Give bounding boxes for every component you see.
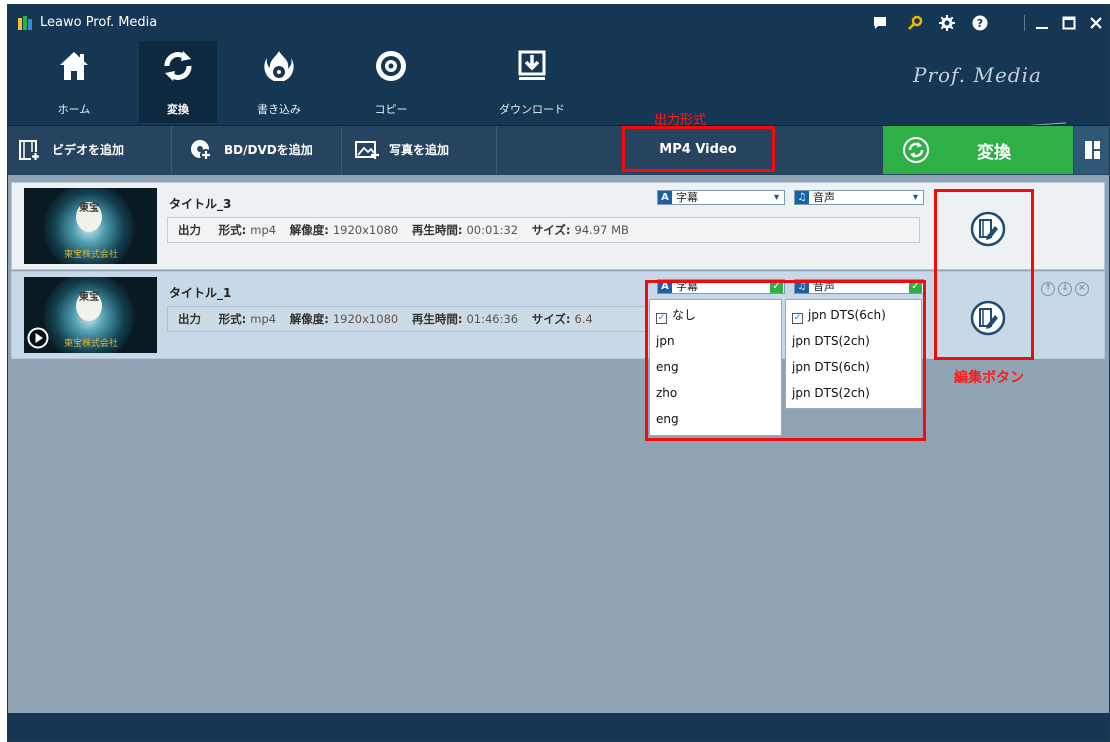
subtitle-select[interactable]: A 字幕 ▾	[657, 190, 785, 205]
chat-icon[interactable]	[870, 13, 890, 33]
toolbar-separator	[171, 126, 172, 174]
copy-icon	[376, 51, 406, 81]
nav-download[interactable]: ダウンロード	[493, 41, 571, 123]
chevron-down-icon: ▾	[912, 192, 919, 203]
size-value: 6.4	[574, 312, 593, 326]
audio-select[interactable]: ♫ 音声 ▾	[794, 190, 924, 205]
item-info: 出力 形式: mp4 解像度: 1920x1080 再生時間: 01:46:36 サイ…	[167, 306, 651, 332]
nav-home[interactable]: ホーム	[35, 41, 113, 123]
app-title: Leawo Prof. Media	[40, 15, 158, 30]
minimize-icon[interactable]	[1032, 13, 1052, 33]
format-value: mp4	[250, 223, 277, 237]
resolution-value: 1920x1080	[332, 312, 399, 326]
item-title: タイトル_1	[169, 286, 232, 300]
annotation-box-format	[622, 126, 775, 172]
add-photo-button[interactable]: 写真を追加	[345, 126, 495, 174]
annotation-box-edit	[934, 189, 1034, 360]
key-icon[interactable]	[905, 13, 925, 33]
thumbnail-logo: 東宝	[76, 291, 102, 321]
move-up-icon[interactable]: ↑	[1041, 282, 1055, 296]
move-down-icon[interactable]: ↓	[1058, 282, 1072, 296]
burn-icon	[264, 51, 294, 81]
nav-copy[interactable]: コピー	[352, 41, 430, 123]
format-key: 形式:	[218, 312, 247, 326]
add-photo-label: 写真を追加	[389, 143, 450, 157]
size-value: 94.97 MB	[574, 223, 629, 237]
panel-toggle-icon	[1085, 141, 1100, 159]
add-bd-dvd-label: BD/DVDを追加	[224, 143, 313, 157]
nav-download-label: ダウンロード	[499, 103, 565, 116]
app-window: Leawo Prof. Media ? ホーム 変換 書き込み コピー ダウンロ…	[7, 4, 1110, 742]
panel-toggle-button[interactable]	[1074, 126, 1109, 174]
gear-icon[interactable]	[937, 13, 957, 33]
download-icon	[518, 50, 546, 80]
item-title: タイトル_3	[169, 197, 232, 211]
output-label: 出力	[178, 312, 201, 326]
convert-refresh-icon	[903, 137, 929, 163]
maximize-icon[interactable]	[1059, 13, 1079, 33]
duration-key: 再生時間:	[411, 312, 463, 326]
nav-convert[interactable]: 変換	[139, 41, 217, 123]
subtitle-select-value: 字幕	[676, 191, 698, 204]
title-bar: Leawo Prof. Media ?	[8, 5, 1109, 41]
convert-icon	[164, 51, 192, 81]
audio-icon: ♫	[795, 191, 809, 204]
item-info: 出力 形式: mp4 解像度: 1920x1080 再生時間: 00:01:32 サイ…	[167, 217, 920, 243]
film-add-icon	[19, 140, 40, 161]
output-label: 出力	[178, 223, 201, 237]
add-video-button[interactable]: ビデオを追加	[8, 126, 168, 174]
thumbnail-caption: 東宝株式会社	[64, 250, 119, 260]
nav-burn[interactable]: 書き込み	[240, 41, 318, 123]
nav-convert-label: 変換	[167, 103, 189, 116]
nav-copy-label: コピー	[374, 103, 408, 116]
app-logo-icon	[18, 16, 32, 30]
svg-text:?: ?	[977, 17, 983, 30]
subtitle-icon: A	[658, 191, 672, 204]
convert-button[interactable]: 変換	[883, 126, 1073, 174]
toolbar: ビデオを追加 BD/DVDを追加 写真を追加 MP4 Video 変換	[8, 125, 1109, 175]
video-thumbnail[interactable]: 東宝 東宝株式会社	[24, 277, 157, 353]
thumbnail-logo: 東宝	[76, 202, 102, 232]
resolution-value: 1920x1080	[332, 223, 399, 237]
annotation-box-dropdowns	[645, 280, 926, 441]
disc-add-icon	[191, 140, 212, 161]
size-key: サイズ:	[531, 223, 571, 237]
format-value: mp4	[250, 312, 277, 326]
add-bd-dvd-button[interactable]: BD/DVDを追加	[180, 126, 338, 174]
help-icon[interactable]: ?	[970, 13, 990, 33]
resolution-key: 解像度:	[289, 223, 329, 237]
play-icon[interactable]	[27, 327, 49, 349]
video-thumbnail[interactable]: 東宝 東宝株式会社	[24, 188, 157, 264]
close-icon[interactable]	[1086, 13, 1106, 33]
audio-select-value: 音声	[813, 191, 835, 204]
duration-value: 00:01:32	[466, 223, 519, 237]
titlebar-separator	[1024, 15, 1025, 31]
annotation-edit-button: 編集ボタン	[954, 370, 1024, 386]
nav-burn-label: 書き込み	[257, 103, 301, 116]
toolbar-separator	[496, 126, 497, 174]
photo-add-icon	[355, 141, 379, 159]
toolbar-separator	[341, 126, 342, 174]
size-key: サイズ:	[531, 312, 571, 326]
home-icon	[60, 52, 88, 80]
resolution-key: 解像度:	[289, 312, 329, 326]
format-key: 形式:	[218, 223, 247, 237]
nav-home-label: ホーム	[57, 103, 91, 116]
remove-icon[interactable]: ×	[1075, 282, 1089, 296]
add-video-label: ビデオを追加	[52, 143, 125, 157]
thumbnail-caption: 東宝株式会社	[64, 339, 119, 349]
duration-value: 01:46:36	[466, 312, 519, 326]
status-bar	[8, 713, 1109, 741]
convert-label: 変換	[977, 143, 1011, 163]
brand-logo: Prof. Media	[913, 63, 1042, 87]
duration-key: 再生時間:	[411, 223, 463, 237]
chevron-down-icon: ▾	[773, 192, 780, 203]
main-nav: ホーム 変換 書き込み コピー ダウンロード Prof. Media	[8, 41, 1109, 137]
